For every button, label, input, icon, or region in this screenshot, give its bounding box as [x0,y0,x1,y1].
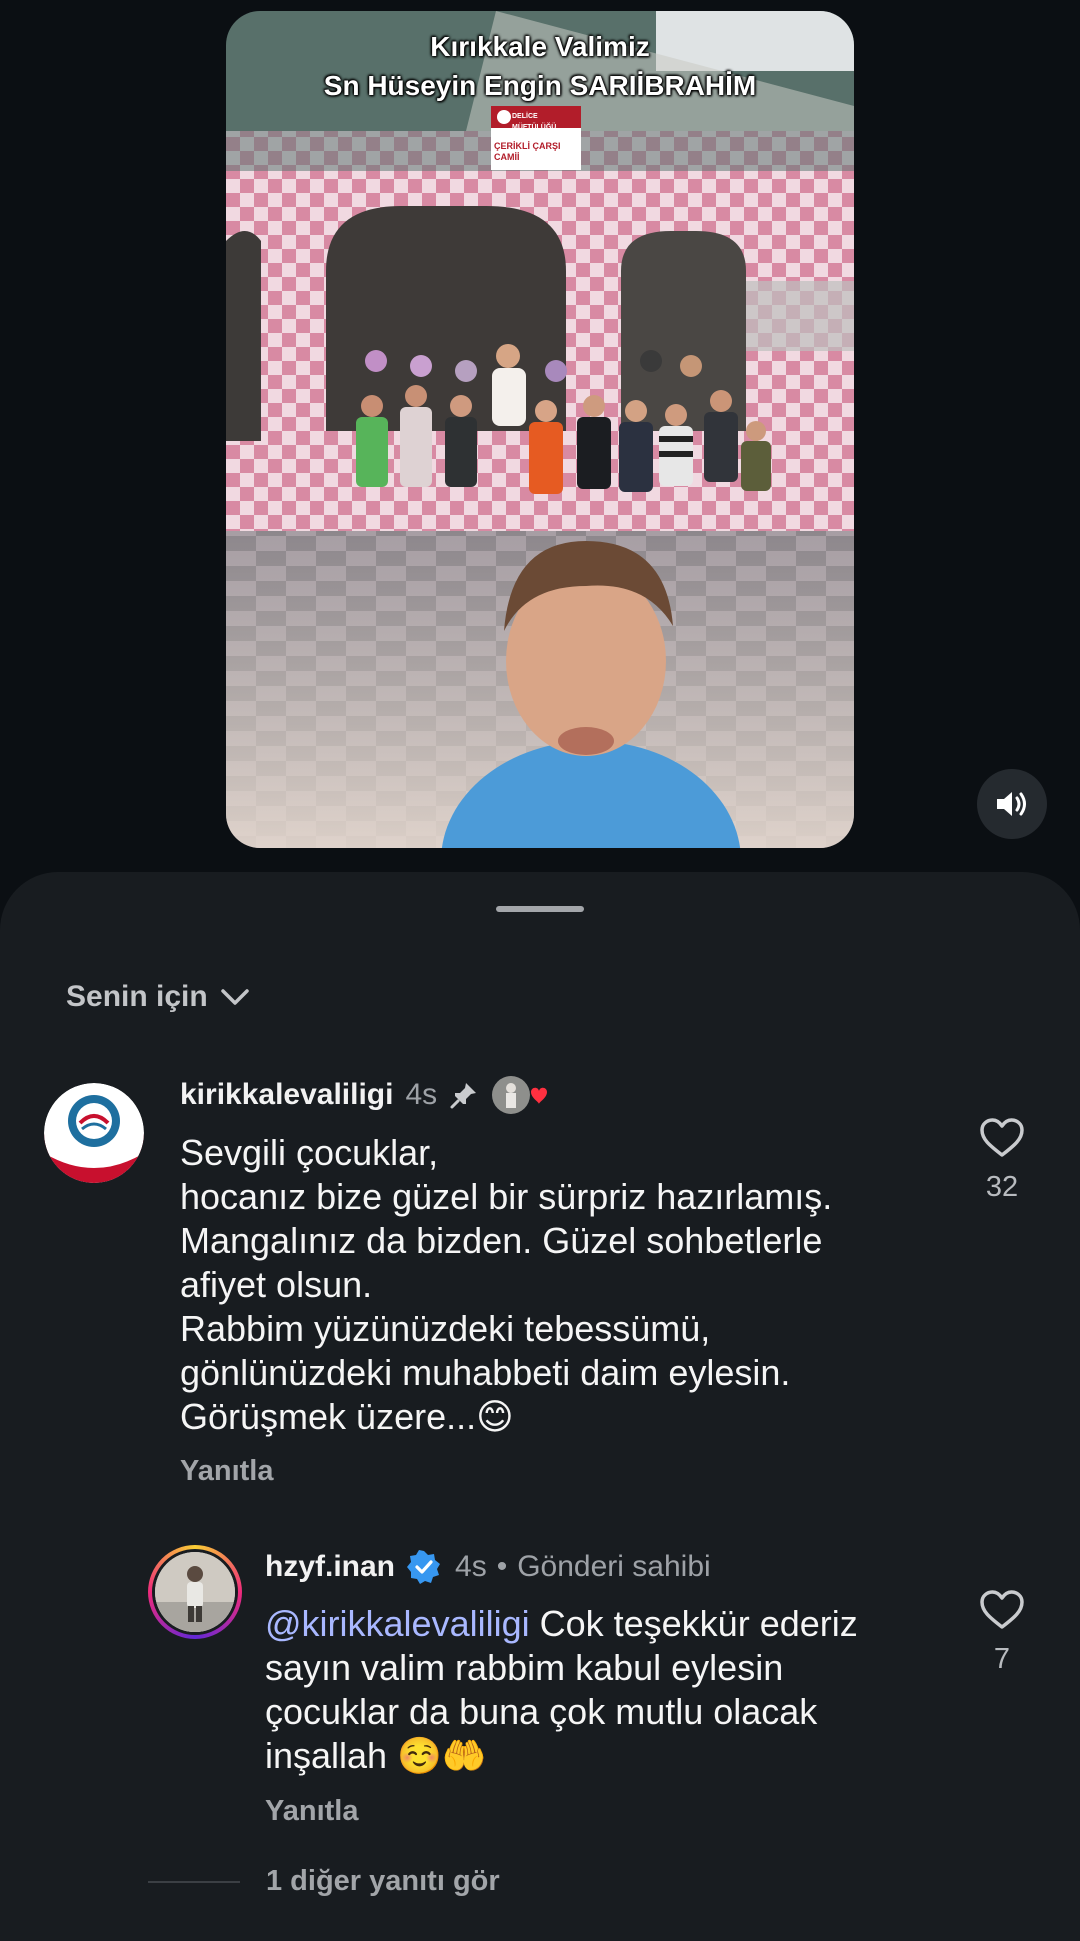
reply-header: hzyf.inan 4s • Gönderi sahibi [265,1546,711,1588]
reply-username[interactable]: hzyf.inan [265,1550,395,1584]
comment-username[interactable]: kirikkalevaliligi [180,1078,393,1112]
view-more-replies-label: 1 diğer yanıtı gör [266,1865,500,1897]
video-title-line-2: Sn Hüseyin Engin SARIİBRAHİM [323,70,757,101]
author-label: Gönderi sahibi [517,1550,711,1583]
video-overlay-title: Kırıkkale Valimiz Sn Hüseyin Engin SARIİ… [226,27,854,105]
view-more-replies-button[interactable]: 1 diğer yanıtı gör [148,1865,500,1898]
speaker-icon [997,792,1026,816]
comment-line: afiyet olsun. [180,1264,373,1305]
reply-line: @kirikkalevaliligi Cok teşekkür ederiz [265,1602,858,1646]
mosque-sign: DELİCE MÜFTÜLÜĞÜ ÇERİKLİ ÇARŞI CAMİİ [494,111,576,163]
reply-button[interactable]: Yanıtla [265,1795,359,1828]
comment-line: Sevgili çocuklar, [180,1132,439,1173]
pin-icon [450,1083,477,1109]
comment-header: kirikkalevaliligi 4s [180,1074,551,1116]
reply-line: çocuklar da buna çok mutlu olacak [265,1691,818,1732]
sign-line-1: ÇERİKLİ ÇARŞI [494,141,561,151]
comment-line: hocanız bize güzel bir sürpriz hazırlamı… [180,1176,833,1217]
video-player[interactable]: Kırıkkale Valimiz Sn Hüseyin Engin SARIİ… [226,11,854,848]
like-button[interactable]: 7 [972,1589,1032,1676]
comment-line: Rabbim yüzünüzdeki tebessümü, [180,1308,711,1349]
reply-text: @kirikkalevaliligi Cok teşekkür ederiz s… [265,1602,858,1778]
sound-toggle-button[interactable] [977,769,1047,839]
verified-badge-icon [407,1550,441,1584]
sort-dropdown[interactable]: Senin için [66,980,250,1014]
thread-line [148,1880,240,1883]
reply-line: sayın valim rabbim kabul eylesin [265,1647,784,1688]
like-count: 7 [993,1643,1011,1675]
mention-link[interactable]: @kirikkalevaliligi [265,1603,530,1644]
heart-outline-icon [980,1118,1024,1157]
reply-line-text: Cok teşekkür ederiz [529,1603,858,1644]
avatar-hzyf-inan[interactable] [148,1545,242,1639]
reply-line: inşallah ☺️🤲 [265,1735,487,1776]
user-photo-icon [155,1552,235,1632]
avatar-kirikkalevaliligi[interactable] [44,1083,144,1183]
comment-time: 4s [405,1078,438,1111]
comment-text: Sevgili çocuklar, hocanız bize güzel bir… [180,1131,832,1439]
sort-label: Senin için [66,980,208,1013]
creator-heart-icon [492,1076,548,1114]
video-title-line-1: Kırıkkale Valimiz [430,31,650,62]
comment-line: Mangalınız da bizden. Güzel sohbetlerle [180,1220,823,1261]
comment-line: gönlünüzdeki muhabbeti daim eylesin. [180,1352,791,1393]
comment-line: Görüşmek üzere...😊 [180,1396,514,1437]
heart-outline-icon [980,1590,1024,1629]
sheet-drag-handle[interactable] [496,906,584,912]
sign-header: DELİCE MÜFTÜLÜĞÜ [512,113,557,131]
like-button[interactable]: 32 [972,1117,1032,1204]
valilik-logo-icon [44,1083,144,1183]
reply-time: 4s [455,1550,487,1583]
sign-line-2: CAMİİ [494,152,520,162]
chevron-down-icon [220,989,249,1005]
meta-separator: • [496,1550,508,1583]
reply-button[interactable]: Yanıtla [180,1455,274,1488]
like-count: 32 [985,1171,1019,1203]
